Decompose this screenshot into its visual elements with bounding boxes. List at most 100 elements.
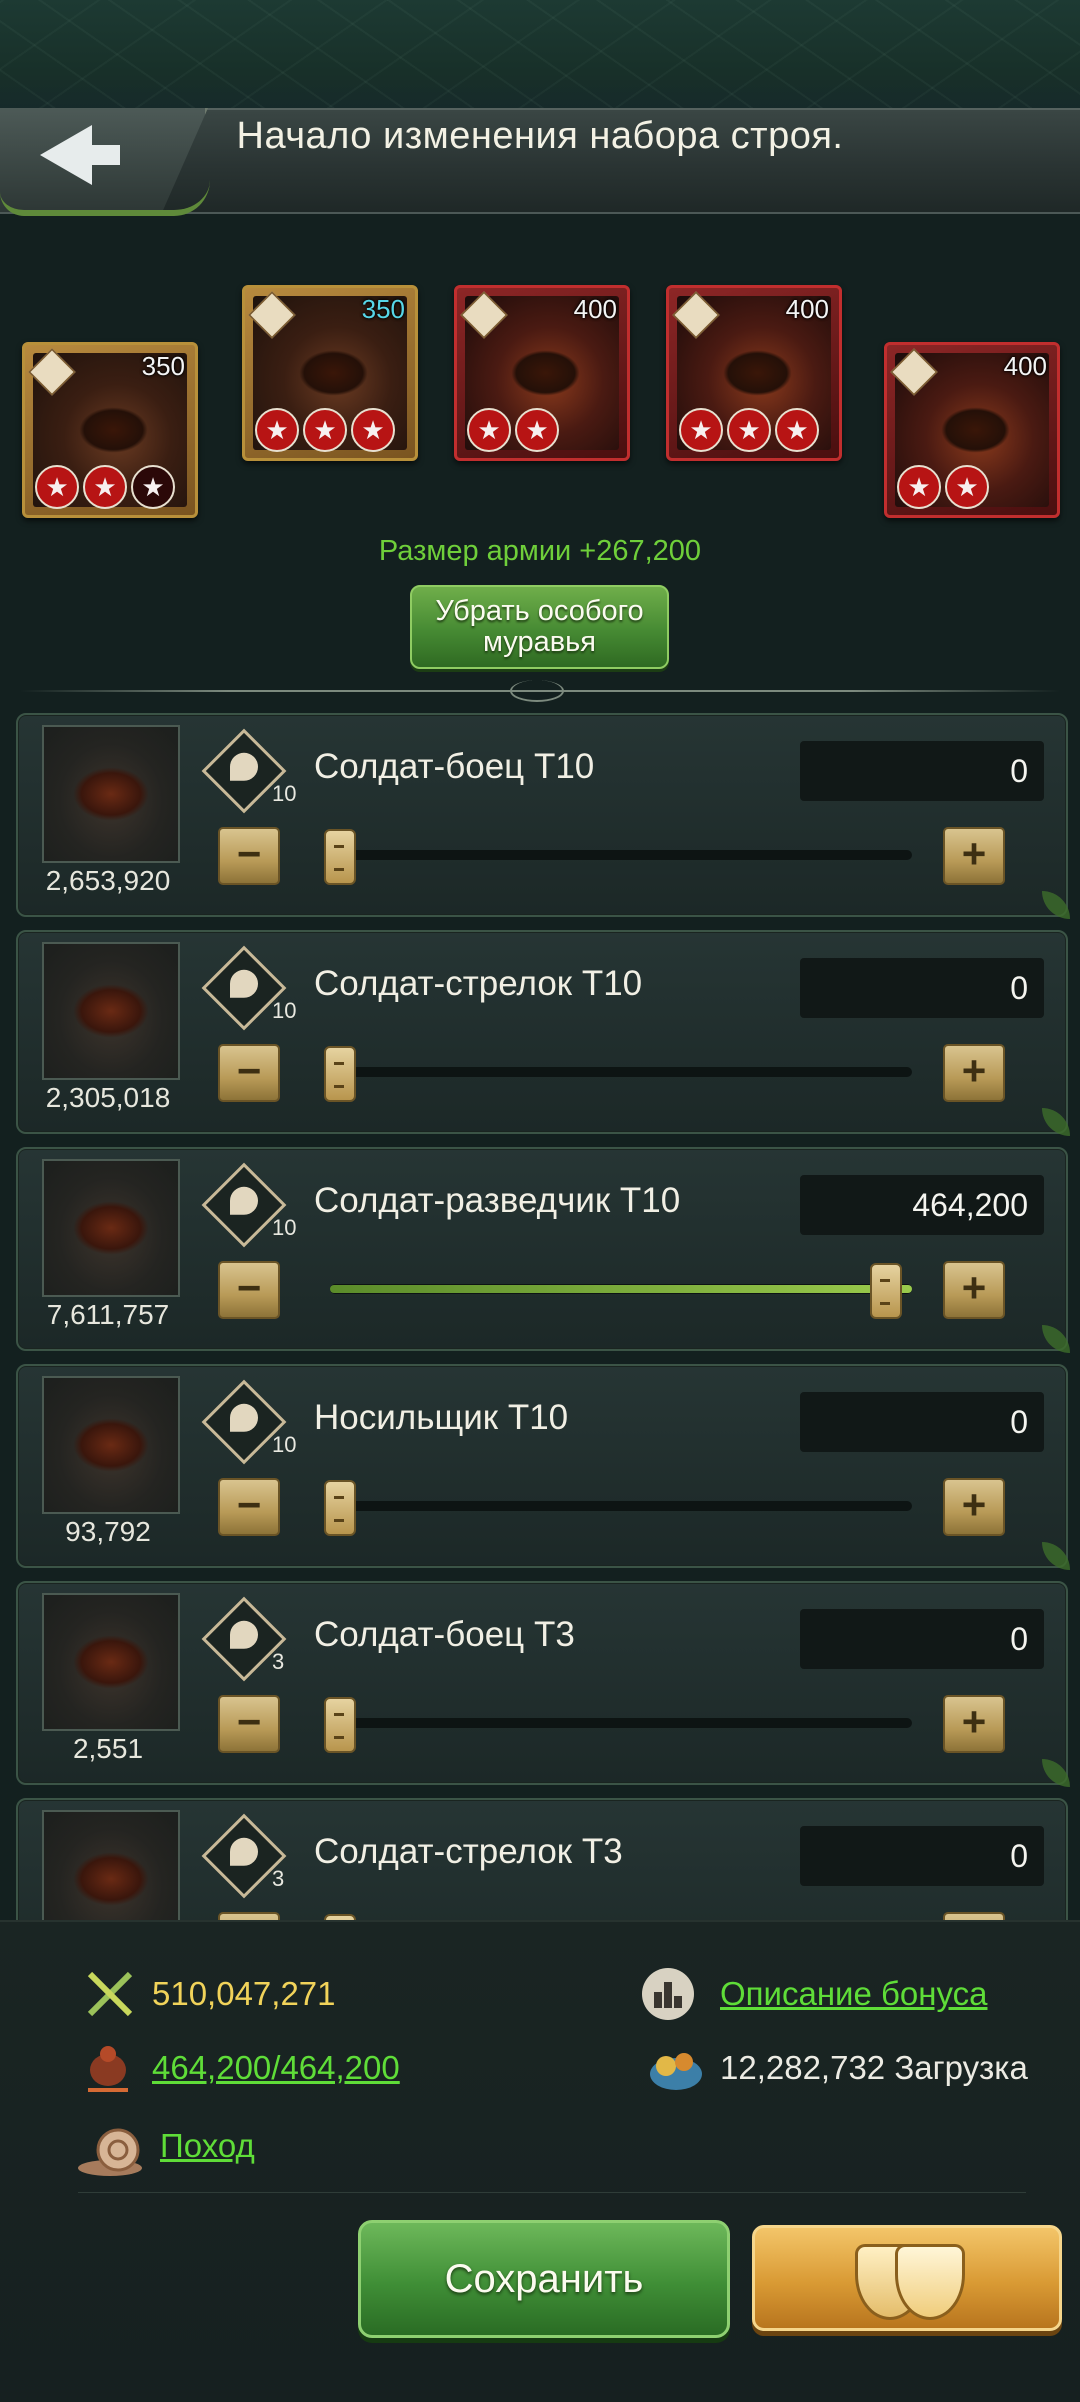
troop-portrait [42,1593,180,1731]
troop-portrait [42,1159,180,1297]
troop-quantity-input[interactable]: 0 [800,958,1044,1018]
decrease-button[interactable]: − [218,827,280,885]
preset-shield-button[interactable] [752,2225,1062,2331]
troop-row: 7,611,757 10 Солдат-разведчик T10 464,20… [16,1147,1070,1353]
troop-available-count: 2,305,018 [45,1082,171,1113]
decrease-button[interactable]: − [218,1478,280,1536]
troop-tier: 10 [272,781,297,806]
ant-troops-icon [80,2040,132,2092]
leaf-decoration [1042,1542,1070,1570]
troop-quantity-input[interactable]: 0 [800,741,1044,801]
increase-button[interactable]: + [943,1912,1005,1920]
background-top [0,0,1080,120]
troop-row: 2,305,018 10 Солдат-стрелок T10 0 − + [16,930,1070,1136]
hero-level: 350 [361,294,405,324]
page-title: Начало изменения набора строя. [236,115,844,157]
remove-special-ant-button[interactable]: Убрать особого муравья [410,585,669,669]
load-label: Загрузка [894,2049,1028,2086]
troop-tier: 10 [272,1432,297,1457]
troop-available-count: 2,551 [72,1733,144,1764]
increase-button[interactable]: + [943,1478,1005,1536]
troop-list[interactable]: 2,653,920 10 Солдат-боец T10 0 − + 2,305… [0,705,1080,1920]
star-icon: ★ [351,408,395,452]
decrease-button[interactable]: − [218,1695,280,1753]
troop-tier: 3 [272,1649,285,1674]
troop-portrait [42,1376,180,1514]
slider-handle[interactable] [324,1480,356,1536]
quantity-slider[interactable] [330,850,912,860]
troop-row: 2,653,920 10 Солдат-боец T10 0 − + [16,713,1070,919]
slider-handle[interactable] [324,1046,356,1102]
troop-name: Солдат-стрелок T10 [314,964,643,1003]
troop-quantity-input[interactable]: 0 [800,1609,1044,1669]
troop-quantity-input[interactable]: 0 [800,1826,1044,1886]
increase-button[interactable]: + [943,827,1005,885]
bonus-description-link[interactable]: Описание бонуса [720,1975,987,2013]
star-icon: ★ [775,408,819,452]
increase-button[interactable]: + [943,1695,1005,1753]
star-icon: ★ [679,408,723,452]
troop-available-count: 2,653,920 [45,865,171,896]
hero-stars: ★ ★ [467,408,559,452]
troop-name: Носильщик T10 [314,1398,569,1437]
troop-portrait [42,1810,180,1920]
troop-row: 93,792 10 Носильщик T10 0 − + [16,1364,1070,1570]
hero-card-1[interactable]: 350 ★ ★ ★ [22,342,198,518]
quantity-slider[interactable] [330,1284,912,1294]
hero-stars: ★ ★ ★ [255,408,395,452]
troop-quantity-input[interactable]: 0 [800,1392,1044,1452]
troop-name: Солдат-разведчик T10 [314,1181,681,1220]
quantity-slider[interactable] [330,1501,912,1511]
hero-card-2[interactable]: 350 ★ ★ ★ [242,285,418,461]
troop-tier: 10 [272,1215,297,1240]
march-link[interactable]: Поход [160,2127,255,2165]
hero-level: 350 [141,351,185,381]
leaf-decoration [1042,1759,1070,1787]
troop-name: Солдат-стрелок T3 [314,1832,623,1871]
hero-stars: ★ ★ ★ [679,408,819,452]
load-value: 12,282,732 Загрузка [720,2049,1028,2087]
troop-quantity-input[interactable]: 464,200 [800,1175,1044,1235]
snail-icon [74,2122,142,2176]
troop-available-count: 7,611,757 [46,1299,170,1330]
hero-stars: ★ ★ [897,465,989,509]
star-icon: ★ [255,408,299,452]
troop-row: 2,551 3 Солдат-боец T3 0 − + [16,1581,1070,1787]
troop-portrait [42,942,180,1080]
star-icon: ★ [945,465,989,509]
hero-card-5[interactable]: 400 ★ ★ [884,342,1060,518]
troop-name: Солдат-боец T10 [314,747,595,786]
hero-level: 400 [785,294,829,324]
troops-ratio-link[interactable]: 464,200/464,200 [152,2049,400,2087]
decrease-button[interactable]: − [218,1912,280,1920]
increase-button[interactable]: + [943,1261,1005,1319]
save-button[interactable]: Сохранить [358,2220,730,2338]
decrease-button[interactable]: − [218,1261,280,1319]
hero-level: 400 [573,294,617,324]
quantity-slider[interactable] [330,1067,912,1077]
back-arrow-tail [82,145,120,165]
vine-decoration [0,180,210,216]
hero-level: 400 [1003,351,1047,381]
star-empty-icon: ★ [131,465,175,509]
hero-card-4[interactable]: 400 ★ ★ ★ [666,285,842,461]
star-icon: ★ [897,465,941,509]
troop-portrait [42,725,180,863]
troop-row: 3 Солдат-стрелок T3 0 − + [16,1798,1068,1920]
star-icon: ★ [83,465,127,509]
troop-tier: 10 [272,998,297,1023]
decrease-button[interactable]: − [218,1044,280,1102]
bonus-chart-icon[interactable] [640,1966,694,2020]
slider-handle[interactable] [870,1263,902,1319]
troop-available-count: 93,792 [65,1516,151,1547]
hero-stars: ★ ★ ★ [35,465,175,509]
increase-button[interactable]: + [943,1044,1005,1102]
quantity-slider[interactable] [330,1718,912,1728]
slider-handle[interactable] [324,829,356,885]
slider-handle[interactable] [324,1697,356,1753]
load-number: 12,282,732 [720,2049,886,2086]
power-value: 510,047,271 [152,1975,336,2012]
army-size-label: Размер армии +267,200 [378,535,702,567]
hero-card-3[interactable]: 400 ★ ★ [454,285,630,461]
leaf-decoration [1042,891,1070,919]
